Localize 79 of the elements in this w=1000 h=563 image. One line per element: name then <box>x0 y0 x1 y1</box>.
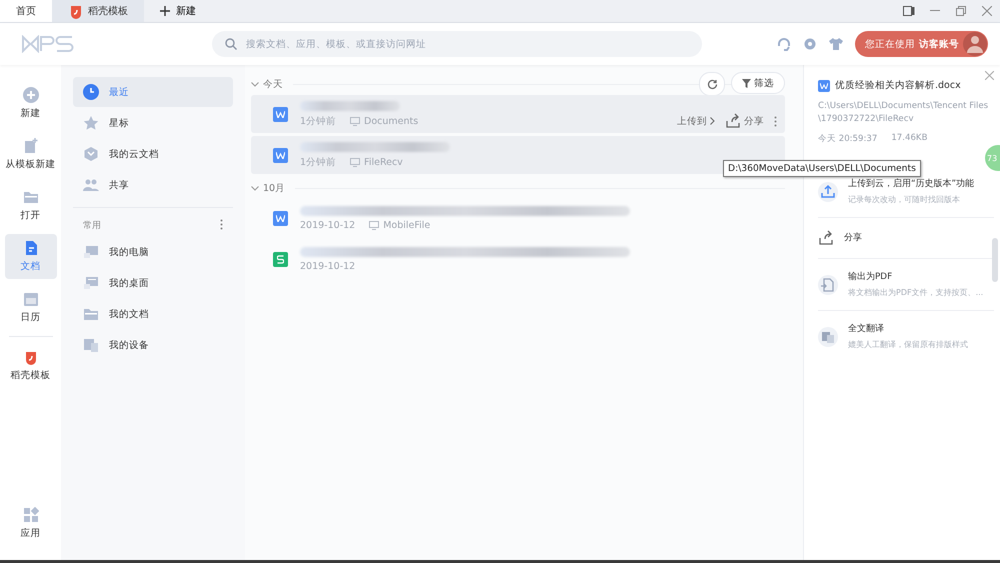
folder-icon <box>22 189 38 205</box>
filter-icon <box>742 78 751 88</box>
writer-file-icon <box>273 210 288 226</box>
section-title: 常用 <box>83 220 101 232</box>
sidebar-item[interactable]: 应用 <box>4 501 56 546</box>
action-item[interactable]: 全文翻译 媲美人工翻译，保留原有排版样式 <box>818 310 994 362</box>
file-location: Documents <box>364 116 418 126</box>
group-title: 10月 <box>263 182 286 194</box>
folder-icon <box>83 306 99 322</box>
scrollbar[interactable] <box>992 238 998 282</box>
file-location: MobileFile <box>383 220 430 230</box>
nav-item[interactable]: 我的云文档 <box>73 139 233 169</box>
cube-icon <box>83 146 99 162</box>
sidebar-item[interactable]: 日历 <box>4 285 56 330</box>
grid-icon <box>22 507 38 523</box>
nav-item[interactable]: 我的文档 <box>73 299 233 329</box>
chevron-icon <box>710 117 715 125</box>
writer-file-icon <box>273 148 288 162</box>
calendar-icon <box>22 291 38 307</box>
file-time: 2019-10-12 <box>300 260 356 272</box>
avatar-icon <box>963 32 987 56</box>
people-icon <box>83 177 99 193</box>
chevron-icon[interactable] <box>251 186 259 190</box>
group-title: 今天 <box>263 78 283 90</box>
share-icon <box>818 230 834 246</box>
computer-shortcut-icon <box>83 244 99 260</box>
document-plus-icon <box>22 138 38 154</box>
sidebar-item[interactable]: 新建 <box>4 81 56 126</box>
more-icon[interactable] <box>220 219 223 230</box>
close-icon[interactable] <box>985 71 994 80</box>
headset-icon[interactable] <box>777 37 791 51</box>
file-size: 17.46KB <box>891 133 928 145</box>
sidebar-item[interactable]: 稻壳模板 <box>4 343 56 388</box>
plus-icon <box>22 87 38 103</box>
search-icon <box>225 38 237 50</box>
nav-item[interactable]: 我的电脑 <box>73 237 233 267</box>
monitor-icon <box>350 158 360 166</box>
share-button[interactable]: 分享 <box>725 113 764 129</box>
file-time: 1分钟前 <box>300 156 336 168</box>
nav-item[interactable]: 星标 <box>73 108 233 138</box>
modified-time: 今天 20:59:37 <box>818 133 878 145</box>
upload-link[interactable]: 上传到 <box>677 114 715 128</box>
file-time: 1分钟前 <box>300 114 336 128</box>
file-name: 优质经验相关内容解析.docx <box>835 79 961 92</box>
file-row[interactable]: 1分钟前 Documents 上传到 分享 <box>251 95 785 133</box>
upload-icon <box>818 182 838 202</box>
nav-item[interactable]: 我的桌面 <box>73 268 233 298</box>
nav-item[interactable]: 共享 <box>73 170 233 200</box>
nav-item[interactable]: 我的设备 <box>73 330 233 360</box>
file-location: FileRecv <box>364 156 403 168</box>
refresh-icon[interactable] <box>699 72 725 96</box>
chevron-icon[interactable] <box>251 82 259 86</box>
monitor-icon <box>369 220 380 230</box>
tab[interactable]: 稻壳模板 <box>52 0 144 22</box>
file-time: 2019-10-12 <box>300 220 356 230</box>
devices-icon <box>83 337 99 353</box>
share-icon <box>725 113 741 129</box>
more-icon[interactable] <box>774 116 777 126</box>
file-path: C:\Users\DELL\Documents\Tencent Files\1790372722\FileRecv <box>818 100 990 126</box>
monitor-icon <box>350 116 360 126</box>
writer-file-icon <box>818 80 830 92</box>
settings-icon[interactable] <box>803 37 817 51</box>
translate-icon <box>818 326 838 346</box>
tooltip: D:\360MoveData\Users\DELL\Documents <box>723 160 921 177</box>
plus-icon <box>160 6 170 16</box>
star-icon <box>83 115 99 131</box>
sidebar-item[interactable]: 打开 <box>4 183 56 228</box>
logo-icon <box>22 35 74 53</box>
shirt-icon[interactable] <box>829 37 843 51</box>
new-tab-button[interactable]: 新建 <box>144 0 212 22</box>
writer-file-icon <box>273 106 288 122</box>
clock-icon <box>83 84 99 100</box>
spreadsheet-file-icon <box>273 252 288 266</box>
monitor-shortcut-icon <box>83 275 99 291</box>
tab[interactable]: 首页 <box>0 0 52 22</box>
export-icon <box>818 274 838 294</box>
search-field[interactable]: 搜索文档、应用、模板、或直接访问网址 <box>212 31 702 57</box>
filter-button[interactable]: 筛选 <box>731 72 785 94</box>
sidebar-item[interactable]: 从模板新建 <box>4 132 56 177</box>
